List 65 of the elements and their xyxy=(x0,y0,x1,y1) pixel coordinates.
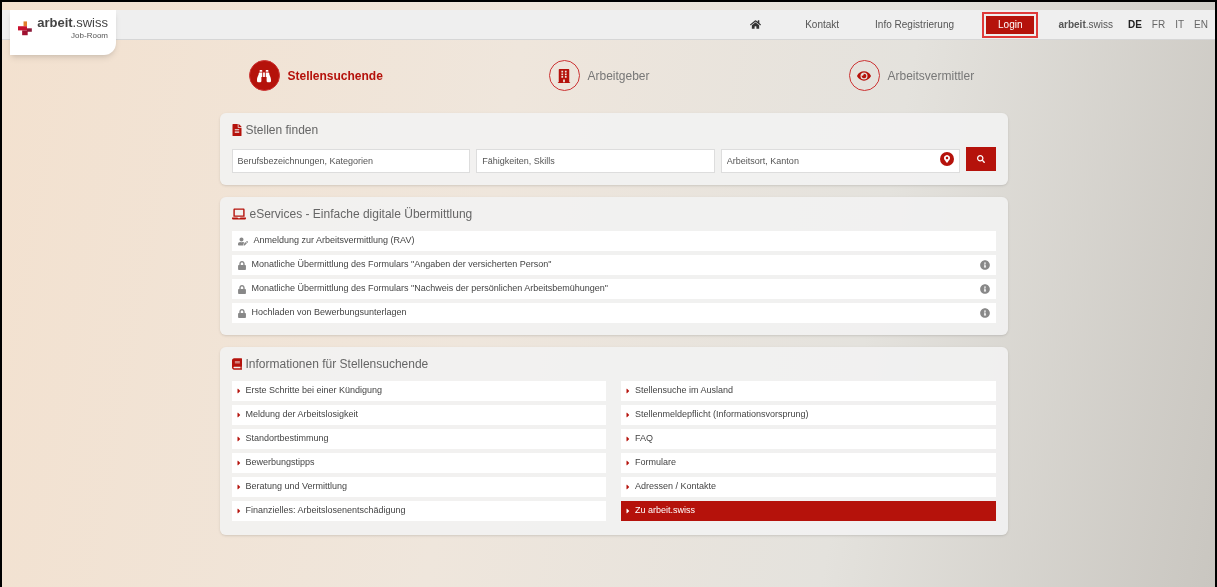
caret-icon xyxy=(625,411,631,419)
caret-icon xyxy=(625,483,631,491)
input-field[interactable]: Arbeitsort, Kanton xyxy=(720,149,960,173)
caret-icon xyxy=(235,435,242,443)
info-link[interactable]: Formulare xyxy=(621,453,996,473)
caret-icon xyxy=(235,483,242,491)
section-title: eServices - Einfache digitale Übermittlung xyxy=(249,206,473,223)
section-title: Informationen für Stellensuchende xyxy=(245,356,429,373)
info-link[interactable]: Finanzielles: Arbeitslosenentschädigung xyxy=(231,501,606,521)
info-link[interactable]: Zu arbeit.swiss xyxy=(621,501,996,521)
info-icon[interactable] xyxy=(979,284,990,294)
brand-link[interactable]: arbeit.swiss xyxy=(1058,17,1113,32)
info-link[interactable]: Adressen / Kontakte xyxy=(621,477,996,497)
login-button[interactable]: Login xyxy=(986,15,1035,34)
lock-icon xyxy=(237,260,246,270)
info-link[interactable]: Stellensuche im Ausland xyxy=(621,381,996,401)
input-field[interactable]: Berufsbezeichnungen, Kategorien xyxy=(231,149,471,173)
caret-icon xyxy=(235,459,242,467)
info-link[interactable]: Bewerbungstipps xyxy=(231,453,606,473)
home-icon[interactable] xyxy=(750,19,762,30)
service-label: Anmeldung zur Arbeitsvermittlung (RAV) xyxy=(253,234,416,248)
logo-subtitle: Job-Room xyxy=(71,32,108,40)
role-tab[interactable]: Arbeitgeber xyxy=(548,60,719,91)
info-link[interactable]: Standortbestimmung xyxy=(231,429,606,449)
service-label: Monatliche Übermittlung des Formulars "Angaben der versicherten Person" xyxy=(251,258,553,272)
info-icon[interactable] xyxy=(979,308,990,318)
user-icon xyxy=(237,236,248,246)
service-item[interactable]: Monatliche Übermittlung des Formulars "Nachweis der persönlichen Arbeitsbemühungen" xyxy=(231,279,996,299)
caret-icon xyxy=(625,459,631,467)
service-item[interactable]: Monatliche Übermittlung des Formulars "Angaben der versicherten Person" xyxy=(231,255,996,275)
lock-icon xyxy=(237,308,246,318)
search-icon xyxy=(976,155,985,163)
service-item[interactable]: Anmeldung zur Arbeitsvermittlung (RAV) xyxy=(231,231,996,251)
book-icon xyxy=(231,358,242,370)
service-label: Monatliche Übermittlung des Formulars "Nachweis der persönlichen Arbeitsbemühungen" xyxy=(251,282,610,296)
info-link[interactable]: FAQ xyxy=(621,429,996,449)
laptop-icon xyxy=(231,208,246,220)
nav-link[interactable]: Info Registrierung xyxy=(859,17,970,32)
info-link[interactable]: Erste Schritte bei einer Kündigung xyxy=(231,381,606,401)
caret-icon xyxy=(625,387,631,395)
logo-text: arbeit.swiss xyxy=(37,16,108,29)
service-item[interactable]: Hochladen von Bewerbungsunterlagen xyxy=(231,303,996,323)
language-link[interactable]: EN xyxy=(1191,17,1211,32)
service-label: Hochladen von Bewerbungsunterlagen xyxy=(251,306,408,320)
info-icon[interactable] xyxy=(979,260,990,270)
role-tab[interactable]: Arbeitsvermittler xyxy=(848,60,1019,91)
input-field[interactable]: Fähigkeiten, Skills xyxy=(476,149,715,173)
caret-icon xyxy=(235,387,242,395)
language-link[interactable]: IT xyxy=(1172,17,1188,32)
nav-link[interactable]: Kontakt xyxy=(789,17,856,32)
search-button[interactable] xyxy=(965,147,996,171)
caret-icon xyxy=(235,411,242,419)
caret-icon xyxy=(625,507,631,515)
language-link[interactable]: FR xyxy=(1148,17,1169,32)
language-link[interactable]: DE xyxy=(1124,17,1145,32)
info-link[interactable]: Beratung und Vermittlung xyxy=(231,477,606,497)
section-title: Stellen finden xyxy=(245,122,319,139)
lock-icon xyxy=(237,284,246,294)
info-link[interactable]: Stellenmeldepflicht (Informationsvorsprung) xyxy=(621,405,996,425)
caret-icon xyxy=(235,507,242,515)
role-tab[interactable]: Stellensuchende xyxy=(248,60,419,91)
binoculars-icon xyxy=(248,60,280,91)
caret-icon xyxy=(625,435,631,443)
logo-card[interactable]: arbeit.swiss Job-Room xyxy=(10,10,116,55)
info-link[interactable]: Meldung der Arbeitslosigkeit xyxy=(231,405,606,425)
